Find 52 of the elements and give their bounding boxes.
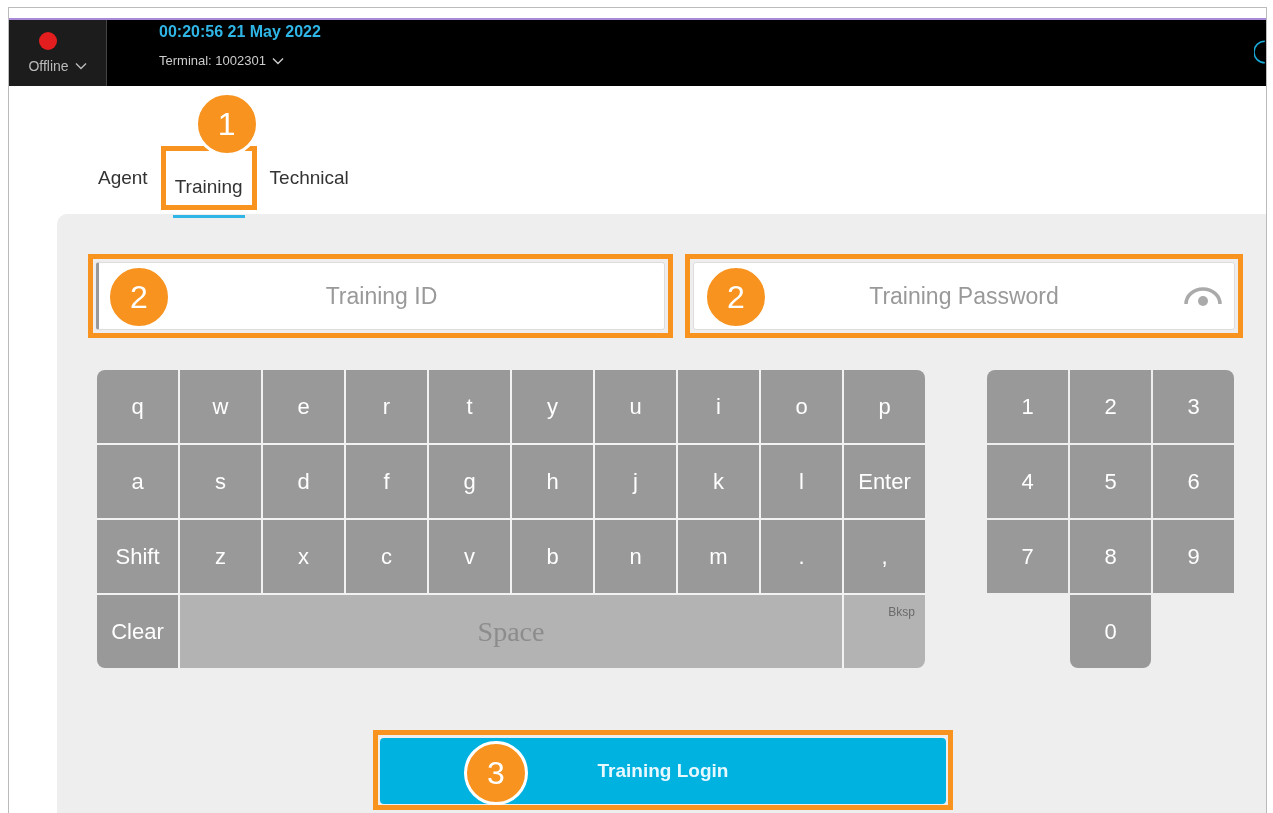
keyboard-key[interactable]: n (595, 520, 676, 593)
number-key[interactable]: 9 (1153, 520, 1234, 593)
keyboard-key[interactable]: k (678, 445, 759, 518)
keyboard-key[interactable]: d (263, 445, 344, 518)
date-time: 00:20:56 21 May 2022 (159, 23, 321, 41)
status-label: Offline (28, 58, 69, 74)
keyboard-key[interactable]: c (346, 520, 427, 593)
keyboard-key[interactable]: l (761, 445, 842, 518)
keyboard-key[interactable]: f (346, 445, 427, 518)
number-key[interactable]: 1 (987, 370, 1068, 443)
chevron-down-icon (271, 56, 284, 65)
keyboard-key[interactable]: z (180, 520, 261, 593)
keyboard-key[interactable]: v (429, 520, 510, 593)
number-key[interactable]: 2 (1070, 370, 1151, 443)
tab[interactable]: Training (165, 159, 252, 215)
keyboard-key[interactable]: a (97, 445, 178, 518)
keyboard-key[interactable]: Shift (97, 520, 178, 593)
keyboard-key[interactable]: Bksp (844, 595, 925, 668)
keyboard-key[interactable]: Enter (844, 445, 925, 518)
keyboard-key[interactable]: i (678, 370, 759, 443)
status-menu[interactable]: Offline (9, 20, 107, 86)
number-key[interactable]: 8 (1070, 520, 1151, 593)
terminal-label[interactable]: Terminal: 1002301 (159, 53, 266, 68)
keyboard-key[interactable]: u (595, 370, 676, 443)
keyboard-key[interactable]: t (429, 370, 510, 443)
eye-icon[interactable] (1183, 284, 1223, 308)
keyboard-key[interactable]: g (429, 445, 510, 518)
keyboard-key[interactable]: q (97, 370, 178, 443)
number-key[interactable]: 4 (987, 445, 1068, 518)
keyboard-key[interactable]: y (512, 370, 593, 443)
number-key[interactable]: 7 (987, 520, 1068, 593)
keyboard-key[interactable]: . (761, 520, 842, 593)
keyboard-key[interactable]: j (595, 445, 676, 518)
keyboard-key[interactable]: s (180, 445, 261, 518)
keyboard-key[interactable]: r (346, 370, 427, 443)
number-key[interactable]: 3 (1153, 370, 1234, 443)
keyboard-key[interactable]: m (678, 520, 759, 593)
keyboard-key[interactable]: x (263, 520, 344, 593)
keyboard-key[interactable]: p (844, 370, 925, 443)
number-key[interactable]: 5 (1070, 445, 1151, 518)
keyboard-key[interactable]: o (761, 370, 842, 443)
chevron-down-icon (74, 62, 87, 70)
keyboard-key[interactable]: Clear (97, 595, 178, 668)
tab[interactable]: Technical (260, 158, 358, 198)
keyboard-key[interactable]: b (512, 520, 593, 593)
keyboard-key[interactable]: h (512, 445, 593, 518)
keyboard-key[interactable]: w (180, 370, 261, 443)
tab[interactable]: Agent (89, 158, 157, 198)
keyboard-key[interactable]: , (844, 520, 925, 593)
number-key[interactable]: 6 (1153, 445, 1234, 518)
number-key[interactable]: 0 (1070, 595, 1151, 668)
keyboard-key[interactable]: e (263, 370, 344, 443)
